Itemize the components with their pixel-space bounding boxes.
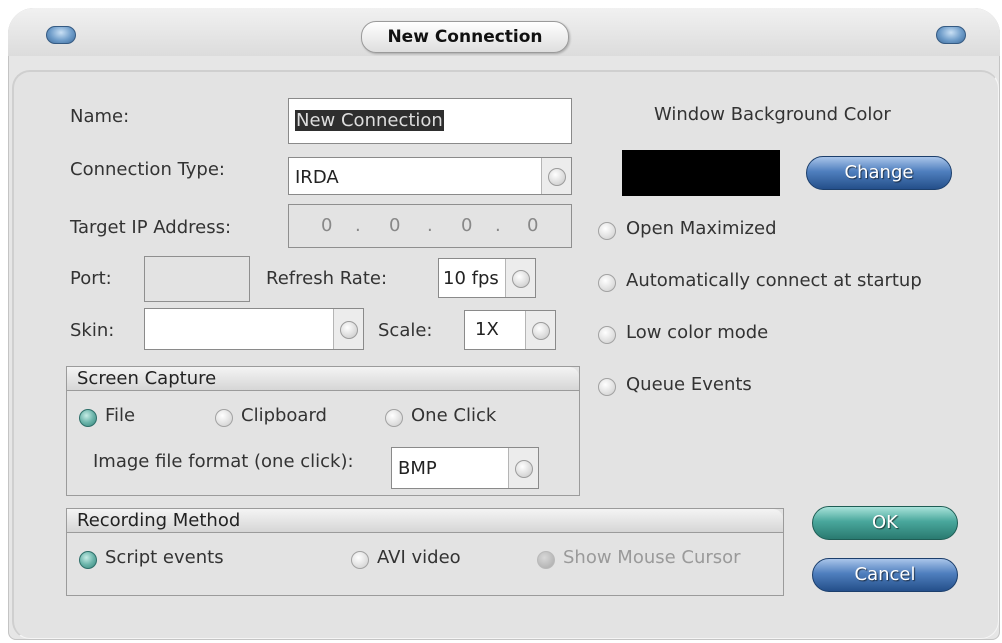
- queue-events-checkbox[interactable]: [598, 378, 616, 396]
- change-color-button[interactable]: Change: [806, 156, 952, 190]
- chevron-down-icon: [548, 168, 566, 186]
- record-script-events-label[interactable]: Script events: [105, 547, 224, 568]
- low-color-mode-label[interactable]: Low color mode: [626, 322, 768, 343]
- scale-label: Scale:: [378, 320, 433, 341]
- capture-clipboard-radio[interactable]: [215, 409, 233, 427]
- chevron-down-icon: [515, 460, 533, 478]
- window-menu-icon[interactable]: [46, 26, 76, 44]
- bg-color-label: Window Background Color: [654, 104, 891, 125]
- chevron-down-icon: [340, 321, 358, 339]
- port-input[interactable]: [144, 256, 250, 302]
- capture-file-label[interactable]: File: [105, 405, 135, 426]
- connection-type-dropdown-button[interactable]: [541, 158, 571, 194]
- capture-file-radio[interactable]: [79, 409, 97, 427]
- port-label: Port:: [70, 268, 112, 289]
- open-maximized-checkbox[interactable]: [598, 222, 616, 240]
- show-mouse-cursor-radio[interactable]: [537, 551, 555, 569]
- screen-capture-title: Screen Capture: [67, 367, 579, 391]
- ok-button[interactable]: OK: [812, 506, 958, 540]
- scale-value: 1X: [475, 319, 499, 340]
- chevron-down-icon: [532, 322, 550, 340]
- dialog-panel: Name: New Connection Connection Type: IR…: [12, 70, 999, 639]
- refresh-rate-dropdown-button[interactable]: [505, 259, 535, 297]
- name-input[interactable]: New Connection: [288, 98, 572, 144]
- refresh-rate-label: Refresh Rate:: [266, 268, 388, 289]
- scale-dropdown-button[interactable]: [525, 311, 555, 349]
- screen-capture-group: Screen Capture File Clipboard One Click …: [66, 366, 580, 496]
- window-title: New Connection: [361, 21, 569, 53]
- refresh-rate-value: 10 fps: [443, 268, 499, 289]
- title-bar[interactable]: New Connection: [8, 8, 1000, 56]
- recording-method-title: Recording Method: [67, 509, 783, 533]
- capture-one-click-label[interactable]: One Click: [411, 405, 496, 426]
- record-avi-video-radio[interactable]: [351, 551, 369, 569]
- cancel-button[interactable]: Cancel: [812, 558, 958, 592]
- ip-octet-4: 0: [527, 215, 539, 236]
- dialog-window: New Connection Name: New Connection Conn…: [8, 8, 1000, 640]
- skin-select[interactable]: [144, 308, 364, 350]
- ip-dot: .: [355, 215, 361, 236]
- open-maximized-label[interactable]: Open Maximized: [626, 218, 777, 239]
- auto-connect-label[interactable]: Automatically connect at startup: [626, 270, 922, 291]
- auto-connect-checkbox[interactable]: [598, 274, 616, 292]
- connection-type-value: IRDA: [295, 167, 339, 188]
- scale-select[interactable]: 1X: [464, 310, 556, 350]
- connection-type-select[interactable]: IRDA: [288, 157, 572, 195]
- queue-events-label[interactable]: Queue Events: [626, 374, 752, 395]
- skin-dropdown-button[interactable]: [333, 309, 363, 349]
- ip-octet-3: 0: [461, 215, 473, 236]
- image-format-value: BMP: [398, 458, 437, 479]
- chevron-down-icon: [512, 270, 530, 288]
- target-ip-input[interactable]: 0 . 0 . 0 . 0: [288, 204, 572, 248]
- name-label: Name:: [70, 106, 130, 127]
- ip-dot: .: [427, 215, 433, 236]
- low-color-mode-checkbox[interactable]: [598, 326, 616, 344]
- image-format-dropdown-button[interactable]: [508, 448, 538, 488]
- record-avi-video-label[interactable]: AVI video: [377, 547, 461, 568]
- connection-type-label: Connection Type:: [70, 159, 225, 180]
- ip-dot: .: [495, 215, 501, 236]
- image-format-label: Image file format (one click):: [93, 451, 354, 472]
- record-script-events-radio[interactable]: [79, 551, 97, 569]
- recording-method-group: Recording Method Script events AVI video…: [66, 508, 784, 596]
- target-ip-label: Target IP Address:: [70, 217, 232, 238]
- capture-clipboard-label[interactable]: Clipboard: [241, 405, 327, 426]
- refresh-rate-select[interactable]: 10 fps: [438, 258, 536, 298]
- skin-label: Skin:: [70, 320, 115, 341]
- ip-octet-1: 0: [321, 215, 333, 236]
- window-close-icon[interactable]: [936, 26, 966, 44]
- capture-one-click-radio[interactable]: [385, 409, 403, 427]
- name-input-value: New Connection: [295, 110, 444, 131]
- image-format-select[interactable]: BMP: [391, 447, 539, 489]
- bg-color-swatch: [622, 150, 780, 196]
- show-mouse-cursor-label[interactable]: Show Mouse Cursor: [563, 547, 741, 568]
- ip-octet-2: 0: [389, 215, 401, 236]
